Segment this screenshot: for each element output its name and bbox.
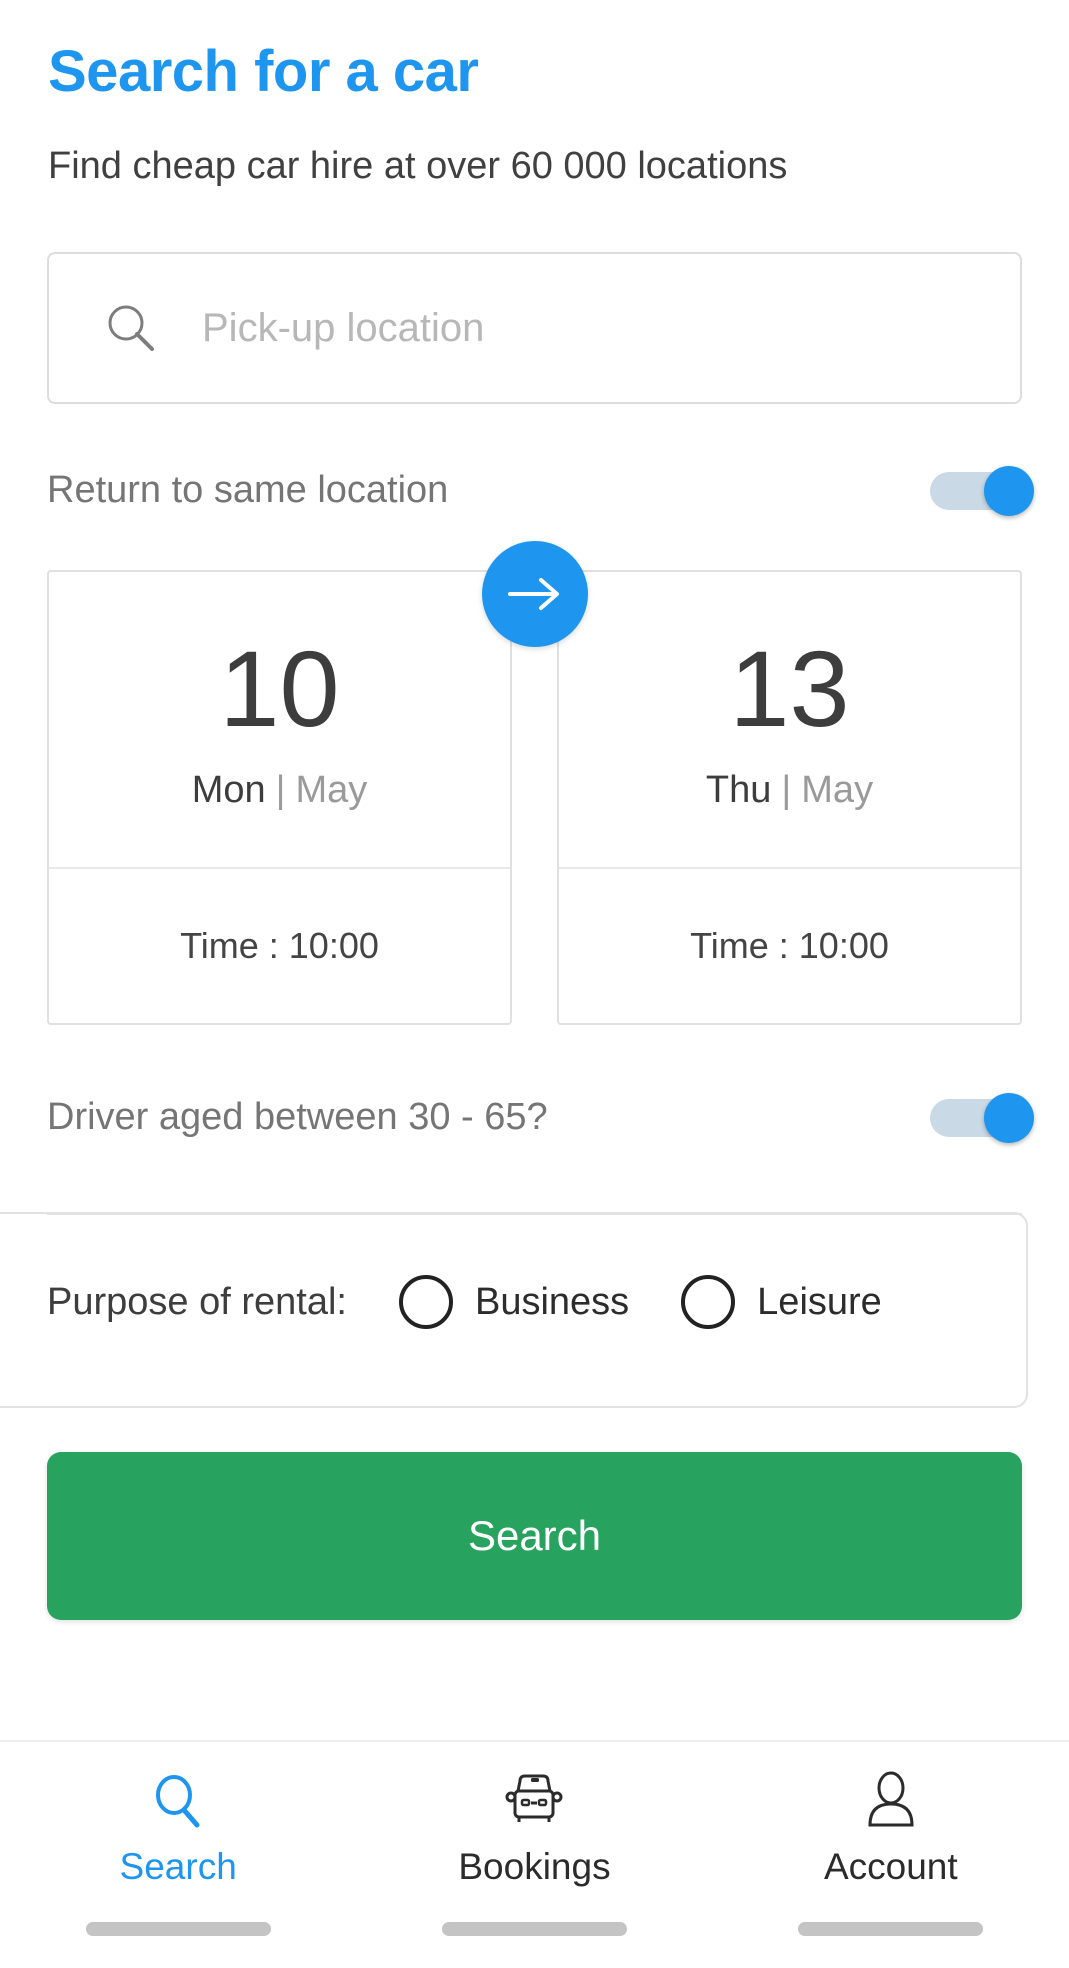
pickup-day-meta: Mon | May	[192, 769, 368, 812]
purpose-option-leisure-label: Leisure	[757, 1280, 882, 1323]
pickup-time-label: Time : 10:00	[180, 925, 379, 966]
dropoff-day-number: 13	[729, 628, 850, 749]
arrow-right-icon[interactable]	[481, 541, 588, 647]
page-title: Search for a car	[48, 39, 479, 104]
page-subtitle: Find cheap car hire at over 60 000 locat…	[48, 145, 788, 187]
pickup-month: May	[295, 769, 368, 811]
pickup-separator: |	[275, 769, 286, 811]
return-same-location-toggle[interactable]	[930, 466, 1034, 516]
app-screen: Search for a car Find cheap car hire at …	[0, 0, 1069, 1968]
purpose-option-leisure[interactable]: Leisure	[681, 1275, 882, 1329]
dropoff-separator: |	[781, 769, 792, 811]
purpose-option-business-label: Business	[474, 1280, 630, 1323]
search-submit-button[interactable]: Search	[47, 1452, 1022, 1620]
person-icon	[860, 1770, 922, 1832]
driver-age-label: Driver aged between 30 - 65?	[47, 1095, 548, 1138]
dropoff-day-meta: Thu | May	[706, 769, 873, 812]
search-icon	[150, 1770, 206, 1832]
pickup-weekday: Mon	[191, 769, 266, 811]
return-same-location-row[interactable]: Return to same location	[47, 455, 1034, 525]
purpose-of-rental-row: Purpose of rental: Business Leisure	[47, 1264, 1022, 1340]
toggle-knob	[984, 466, 1034, 516]
nav-item-search-label: Search	[119, 1846, 237, 1887]
return-same-location-label: Return to same location	[47, 468, 449, 511]
pickup-date-top[interactable]: 10 Mon | May	[49, 572, 510, 867]
home-indicator	[798, 1922, 984, 1936]
radio-icon[interactable]	[398, 1275, 453, 1329]
home-indicator	[85, 1922, 271, 1936]
pickup-time-row[interactable]: Time : 10:00	[49, 867, 510, 1023]
radio-icon[interactable]	[681, 1275, 736, 1329]
dropoff-month: May	[801, 769, 874, 811]
driver-age-toggle[interactable]	[930, 1093, 1034, 1143]
purpose-of-rental-label: Purpose of rental:	[47, 1280, 347, 1323]
purpose-option-business[interactable]: Business	[398, 1275, 630, 1329]
bottom-navigation: Search Bookings Account	[0, 1740, 1069, 1968]
nav-item-search[interactable]: Search	[0, 1742, 356, 1968]
home-indicator	[441, 1922, 627, 1936]
dropoff-weekday: Thu	[705, 769, 772, 811]
nav-item-bookings-label: Bookings	[458, 1846, 611, 1887]
nav-item-account-label: Account	[823, 1846, 958, 1887]
nav-item-account[interactable]: Account	[713, 1742, 1069, 1968]
dropoff-date-top[interactable]: 13 Thu | May	[559, 572, 1020, 867]
pickup-day-number: 10	[219, 628, 340, 749]
pickup-date-card[interactable]: 10 Mon | May Time : 10:00	[47, 570, 512, 1025]
pickup-location-placeholder: Pick-up location	[202, 305, 485, 350]
search-icon	[104, 301, 158, 355]
nav-item-bookings[interactable]: Bookings	[356, 1742, 712, 1968]
pickup-location-input[interactable]: Pick-up location	[47, 252, 1022, 404]
dropoff-time-label: Time : 10:00	[690, 925, 889, 966]
toggle-knob	[984, 1093, 1034, 1143]
dropoff-time-row[interactable]: Time : 10:00	[559, 867, 1020, 1023]
dropoff-date-card[interactable]: 13 Thu | May Time : 10:00	[557, 570, 1022, 1025]
car-icon	[498, 1770, 570, 1832]
driver-age-row[interactable]: Driver aged between 30 - 65?	[47, 1082, 1034, 1152]
